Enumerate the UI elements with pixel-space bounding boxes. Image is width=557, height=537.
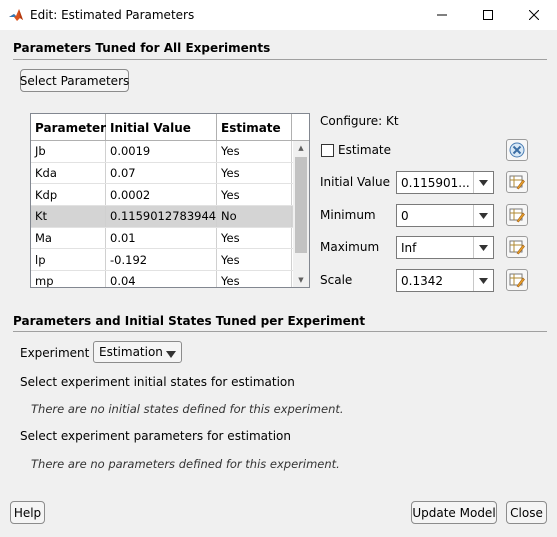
maximize-icon	[483, 10, 493, 20]
table-body: Jb 0.0019 Yes Kda 0.07 Yes Kdp 0.0002 Ye…	[31, 141, 293, 287]
scale-label: Scale	[320, 273, 353, 287]
table-row[interactable]: lp -0.192 Yes	[31, 249, 293, 272]
maximize-button[interactable]	[465, 0, 511, 30]
table-row[interactable]: Ma 0.01 Yes	[31, 227, 293, 250]
maximum-label: Maximum	[320, 240, 380, 254]
cell-initial-value[interactable]: 0.07	[106, 162, 217, 184]
table-row[interactable]: mp 0.04 Yes	[31, 271, 293, 287]
chevron-down-icon[interactable]	[473, 270, 493, 291]
scroll-down-arrow-icon[interactable]: ▼	[293, 273, 309, 287]
reset-button[interactable]	[506, 139, 528, 161]
scale-text[interactable]: 0.1342	[401, 274, 443, 288]
edit-table-icon	[509, 175, 525, 190]
column-header-initial-value[interactable]: Initial Value	[106, 114, 217, 141]
cell-parameter: Ma	[31, 227, 106, 249]
cell-initial-value[interactable]: 0.01	[106, 227, 217, 249]
cell-parameter: lp	[31, 249, 106, 271]
edit-maximum-button[interactable]	[506, 236, 528, 258]
cell-estimate[interactable]: Yes	[217, 227, 292, 249]
edit-table-icon	[509, 273, 525, 288]
edit-table-icon	[509, 208, 525, 223]
experiment-label: Experiment	[20, 346, 90, 360]
maximum-combo[interactable]: Inf	[396, 236, 494, 259]
help-button[interactable]: Help	[10, 501, 45, 524]
cell-initial-value[interactable]: 0.04	[106, 271, 217, 287]
cell-initial-value[interactable]: 0.115901278394452	[106, 206, 217, 227]
cell-estimate[interactable]: Yes	[217, 184, 292, 206]
configure-title: Configure: Kt	[320, 114, 399, 128]
section-divider	[13, 59, 547, 60]
parameters-table: Parameter Initial Value Estimate Jb 0.00…	[30, 113, 310, 288]
minimize-icon	[437, 14, 447, 16]
cell-estimate[interactable]: Yes	[217, 162, 292, 184]
table-row[interactable]: Kda 0.07 Yes	[31, 162, 293, 185]
close-icon	[529, 10, 539, 20]
initial-states-label: Select experiment initial states for est…	[20, 375, 295, 389]
edit-initial-value-button[interactable]	[506, 171, 528, 193]
cell-estimate[interactable]: Yes	[217, 271, 292, 287]
edit-table-icon	[509, 240, 525, 255]
minimum-label: Minimum	[320, 208, 376, 222]
title-bar: Edit: Estimated Parameters	[0, 0, 557, 30]
experiment-value[interactable]: Estimation	[99, 345, 163, 359]
column-header-estimate[interactable]: Estimate	[217, 114, 292, 141]
chevron-down-icon[interactable]	[473, 172, 493, 193]
cell-parameter: Kdp	[31, 184, 106, 206]
select-parameters-button[interactable]: Select Parameters	[20, 69, 129, 92]
cell-initial-value[interactable]: -0.192	[106, 249, 217, 271]
scroll-thumb[interactable]	[295, 157, 307, 253]
parameters-label: Select experiment parameters for estimat…	[20, 429, 292, 443]
minimum-text[interactable]: 0	[401, 209, 409, 223]
estimate-label[interactable]: Estimate	[338, 143, 391, 157]
initial-states-note: There are no initial states defined for …	[31, 402, 344, 416]
column-header-parameter[interactable]: Parameter	[31, 114, 106, 141]
section-header-all-experiments: Parameters Tuned for All Experiments	[13, 41, 271, 55]
cell-parameter: mp	[31, 271, 106, 287]
close-window-button[interactable]	[511, 0, 557, 30]
table-row[interactable]: Kdp 0.0002 Yes	[31, 184, 293, 207]
window-title: Edit: Estimated Parameters	[30, 8, 195, 22]
update-model-button[interactable]: Update Model	[411, 501, 497, 524]
section-divider	[13, 331, 547, 332]
cell-parameter: Kda	[31, 162, 106, 184]
cell-parameter: Jb	[31, 141, 106, 162]
table-row[interactable]: Jb 0.0019 Yes	[31, 141, 293, 163]
minimize-button[interactable]	[419, 0, 465, 30]
chevron-down-icon[interactable]	[473, 205, 493, 226]
scale-combo[interactable]: 0.1342	[396, 269, 494, 292]
experiment-dropdown[interactable]: Estimation	[93, 341, 182, 363]
cell-estimate[interactable]: Yes	[217, 141, 292, 162]
table-row-selected[interactable]: Kt 0.115901278394452 No	[31, 206, 293, 228]
matlab-logo-icon	[8, 7, 24, 23]
cell-initial-value[interactable]: 0.0019	[106, 141, 217, 162]
edit-scale-button[interactable]	[506, 269, 528, 291]
close-button[interactable]: Close	[506, 501, 547, 524]
cell-parameter: Kt	[31, 206, 106, 227]
chevron-down-icon[interactable]	[473, 237, 493, 258]
edit-minimum-button[interactable]	[506, 204, 528, 226]
initial-value-text[interactable]: 0.115901...	[401, 176, 470, 190]
cell-estimate[interactable]: Yes	[217, 249, 292, 271]
parameters-note: There are no parameters defined for this…	[31, 457, 340, 471]
section-header-per-experiment: Parameters and Initial States Tuned per …	[13, 314, 366, 328]
chevron-down-icon[interactable]	[166, 347, 176, 361]
cell-estimate[interactable]: No	[217, 206, 292, 227]
minimum-combo[interactable]: 0	[396, 204, 494, 227]
initial-value-combo[interactable]: 0.115901...	[396, 171, 494, 194]
maximum-text[interactable]: Inf	[401, 241, 416, 255]
table-header: Parameter Initial Value Estimate	[31, 114, 309, 141]
scroll-up-arrow-icon[interactable]: ▲	[293, 141, 309, 155]
reset-x-icon	[509, 142, 525, 158]
initial-value-label: Initial Value	[320, 175, 390, 189]
cell-initial-value[interactable]: 0.0002	[106, 184, 217, 206]
table-scrollbar[interactable]: ▲ ▼	[293, 141, 309, 287]
estimate-checkbox[interactable]	[321, 144, 334, 157]
